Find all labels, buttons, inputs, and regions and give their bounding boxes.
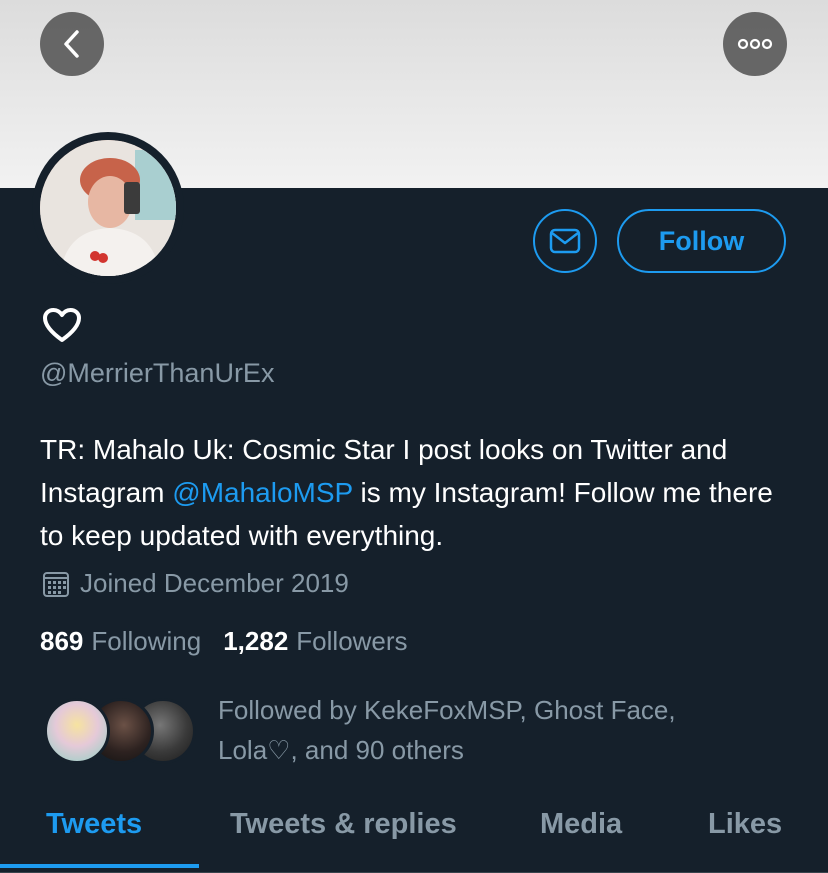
display-name	[42, 307, 82, 348]
active-tab-indicator	[0, 864, 199, 868]
follow-stats: 869 Following 1,282 Followers	[40, 626, 408, 657]
avatar-photo	[40, 140, 176, 276]
more-horizontal-icon	[737, 38, 773, 50]
following-count: 869	[40, 626, 84, 656]
message-button[interactable]	[533, 209, 597, 273]
calendar-icon	[43, 571, 69, 597]
profile-avatar[interactable]	[32, 132, 184, 284]
followed-by-line: Followed by KekeFoxMSP, Ghost Face,	[218, 695, 676, 725]
mail-icon	[549, 228, 581, 254]
bio-mention-link[interactable]: @MahaloMSP	[172, 477, 352, 508]
back-button[interactable]	[40, 12, 104, 76]
profile-tabs: Tweets Tweets & replies Media Likes	[0, 800, 828, 873]
following-label: Following	[91, 626, 202, 656]
tab-tweets[interactable]: Tweets	[46, 808, 142, 841]
followed-by-avatars[interactable]	[44, 698, 196, 766]
tab-tweets-replies[interactable]: Tweets & replies	[230, 808, 457, 841]
avatar-illustration	[40, 140, 176, 276]
avatar	[44, 698, 110, 764]
joined-date: Joined December 2019	[42, 568, 349, 599]
followers-count: 1,282	[223, 626, 289, 656]
followed-by-line: Lola♡, and 90 others	[218, 735, 464, 765]
tab-likes[interactable]: Likes	[708, 808, 782, 841]
follow-button[interactable]: Follow	[617, 209, 786, 273]
followers-link[interactable]: 1,282 Followers	[223, 626, 407, 657]
following-link[interactable]: 869 Following	[40, 626, 201, 657]
chevron-left-icon	[64, 30, 79, 58]
profile-bio: TR: Mahalo Uk: Cosmic Star I post looks …	[40, 428, 800, 557]
followers-label: Followers	[296, 626, 408, 656]
profile-handle: @MerrierThanUrEx	[40, 358, 275, 388]
joined-text: Joined December 2019	[80, 568, 349, 598]
heart-outline-icon	[43, 308, 81, 342]
more-options-button[interactable]	[723, 12, 787, 76]
tab-media[interactable]: Media	[540, 808, 622, 841]
followed-by-text[interactable]: Followed by KekeFoxMSP, Ghost Face, Lola…	[218, 690, 778, 770]
